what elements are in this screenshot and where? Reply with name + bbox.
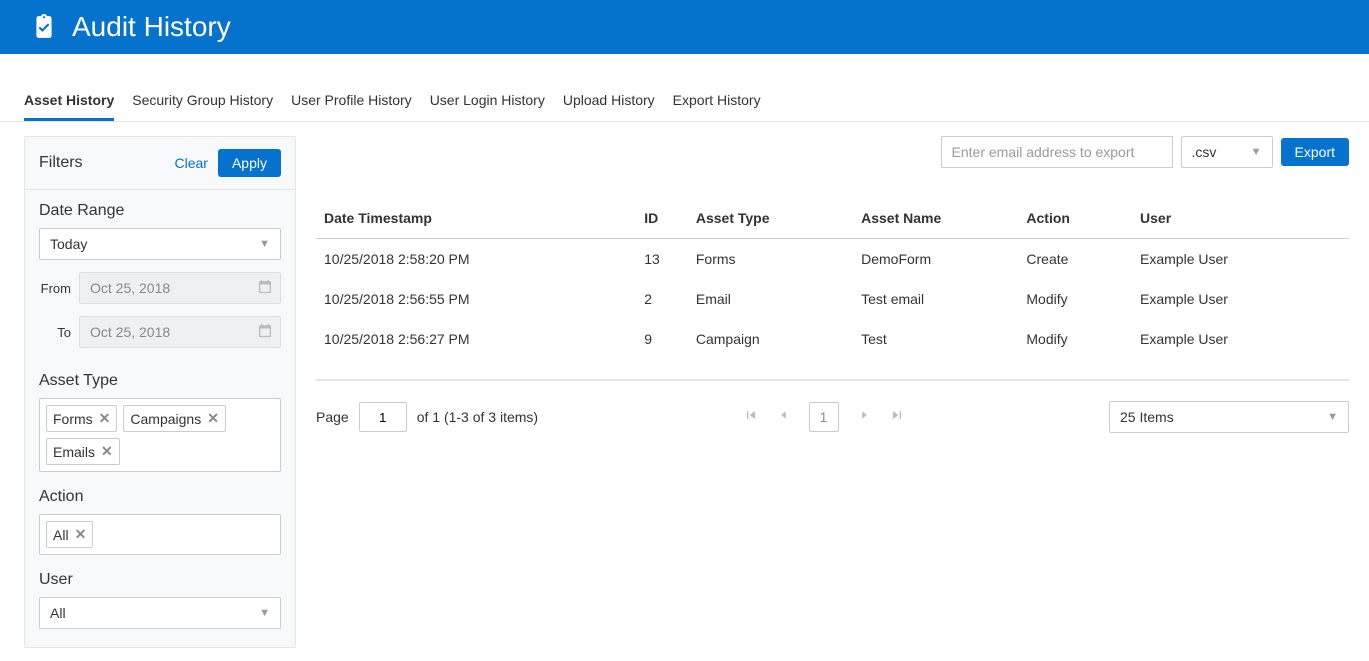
chevron-down-icon: ▼ xyxy=(1251,146,1262,158)
tag-remove-icon[interactable]: ✕ xyxy=(99,410,111,427)
date-range-select[interactable]: Today ▼ xyxy=(39,228,281,260)
date-range-label: Date Range xyxy=(39,202,281,220)
cell-id: 2 xyxy=(636,279,688,319)
per-page-value: 25 Items xyxy=(1120,409,1174,425)
cell-user: Example User xyxy=(1132,239,1349,280)
tag-action-all: All ✕ xyxy=(46,521,93,548)
tag-remove-icon[interactable]: ✕ xyxy=(75,526,87,543)
per-page-select[interactable]: 25 Items ▼ xyxy=(1109,401,1349,433)
col-user[interactable]: User xyxy=(1132,198,1349,239)
tag-label: Emails xyxy=(53,444,95,460)
cell-id: 9 xyxy=(636,319,688,359)
table-row[interactable]: 10/25/2018 2:56:55 PM 2 Email Test email… xyxy=(316,279,1349,319)
cell-timestamp: 10/25/2018 2:58:20 PM xyxy=(316,239,636,280)
table-row[interactable]: 10/25/2018 2:56:27 PM 9 Campaign Test Mo… xyxy=(316,319,1349,359)
last-page-button[interactable] xyxy=(889,407,905,427)
cell-asset-name: Test xyxy=(853,319,1018,359)
tag-label: All xyxy=(53,527,69,543)
cell-asset-type: Email xyxy=(688,279,853,319)
user-select[interactable]: All ▼ xyxy=(39,597,281,629)
page-summary: of 1 (1-3 of 3 items) xyxy=(417,409,538,425)
tab-security-group-history[interactable]: Security Group History xyxy=(132,82,273,121)
tab-upload-history[interactable]: Upload History xyxy=(563,82,655,121)
export-email-input[interactable] xyxy=(941,136,1173,168)
tab-user-profile-history[interactable]: User Profile History xyxy=(291,82,412,121)
cell-asset-name: Test email xyxy=(853,279,1018,319)
cell-asset-name: DemoForm xyxy=(853,239,1018,280)
cell-user: Example User xyxy=(1132,279,1349,319)
page-number-display[interactable]: 1 xyxy=(809,402,839,432)
asset-type-label: Asset Type xyxy=(39,372,281,390)
cell-action: Modify xyxy=(1018,319,1132,359)
table-row[interactable]: 10/25/2018 2:58:20 PM 13 Forms DemoForm … xyxy=(316,239,1349,280)
user-label: User xyxy=(39,571,281,589)
audit-table: Date Timestamp ID Asset Type Asset Name … xyxy=(316,198,1349,359)
tag-label: Forms xyxy=(53,411,93,427)
tag-remove-icon[interactable]: ✕ xyxy=(101,443,113,460)
clear-filters-button[interactable]: Clear xyxy=(175,155,208,171)
date-range-value: Today xyxy=(50,236,87,252)
calendar-icon xyxy=(257,323,273,342)
cell-action: Create xyxy=(1018,239,1132,280)
action-label: Action xyxy=(39,488,281,506)
cell-asset-type: Forms xyxy=(688,239,853,280)
chevron-down-icon: ▼ xyxy=(259,238,270,250)
cell-asset-type: Campaign xyxy=(688,319,853,359)
page-number-input[interactable] xyxy=(359,402,407,432)
chevron-down-icon: ▼ xyxy=(1327,411,1338,423)
content-area: .csv ▼ Export Date Timestamp ID Asset Ty… xyxy=(296,122,1369,433)
export-format-select[interactable]: .csv ▼ xyxy=(1181,136,1273,168)
action-tagbox[interactable]: All ✕ xyxy=(39,514,281,555)
chevron-down-icon: ▼ xyxy=(259,607,270,619)
date-to-label: To xyxy=(39,325,79,340)
asset-type-tagbox[interactable]: Forms ✕ Campaigns ✕ Emails ✕ xyxy=(39,398,281,472)
page-header: Audit History xyxy=(0,0,1369,54)
col-timestamp[interactable]: Date Timestamp xyxy=(316,198,636,239)
tag-remove-icon[interactable]: ✕ xyxy=(207,410,219,427)
page-label: Page xyxy=(316,409,349,425)
col-id[interactable]: ID xyxy=(636,198,688,239)
prev-page-button[interactable] xyxy=(777,408,791,426)
cell-id: 13 xyxy=(636,239,688,280)
filters-panel: Filters Clear Apply Date Range Today ▼ F… xyxy=(24,136,296,648)
filters-title: Filters xyxy=(39,154,83,172)
cell-timestamp: 10/25/2018 2:56:55 PM xyxy=(316,279,636,319)
clipboard-check-icon xyxy=(30,13,58,41)
cell-user: Example User xyxy=(1132,319,1349,359)
col-action[interactable]: Action xyxy=(1018,198,1132,239)
tag-campaigns: Campaigns ✕ xyxy=(123,405,226,432)
first-page-button[interactable] xyxy=(743,407,759,427)
tag-emails: Emails ✕ xyxy=(46,438,120,465)
col-asset-name[interactable]: Asset Name xyxy=(853,198,1018,239)
date-from-input xyxy=(79,272,281,304)
export-format-value: .csv xyxy=(1192,144,1217,160)
apply-filters-button[interactable]: Apply xyxy=(218,149,281,177)
tag-label: Campaigns xyxy=(130,411,201,427)
cell-action: Modify xyxy=(1018,279,1132,319)
calendar-icon xyxy=(257,279,273,298)
tab-user-login-history[interactable]: User Login History xyxy=(430,82,545,121)
tab-bar: Asset History Security Group History Use… xyxy=(0,82,1369,122)
tab-export-history[interactable]: Export History xyxy=(673,82,761,121)
date-to-input xyxy=(79,316,281,348)
export-button[interactable]: Export xyxy=(1281,138,1349,166)
page-title: Audit History xyxy=(72,11,231,43)
tab-asset-history[interactable]: Asset History xyxy=(24,82,114,121)
cell-timestamp: 10/25/2018 2:56:27 PM xyxy=(316,319,636,359)
tag-forms: Forms ✕ xyxy=(46,405,117,432)
date-from-label: From xyxy=(39,281,79,296)
user-select-value: All xyxy=(50,605,66,621)
col-asset-type[interactable]: Asset Type xyxy=(688,198,853,239)
next-page-button[interactable] xyxy=(857,408,871,426)
